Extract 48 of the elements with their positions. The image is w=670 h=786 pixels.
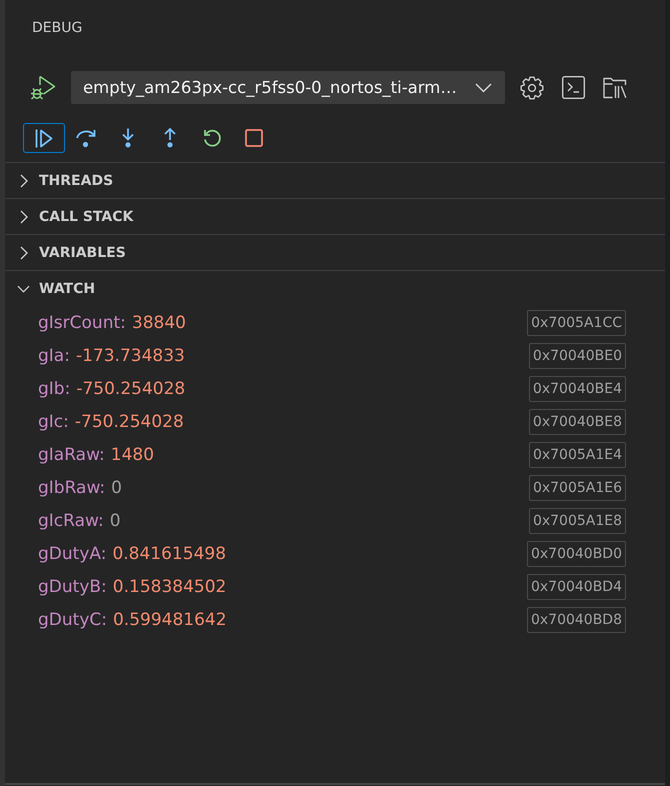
memory-address: 0x7005A1CC [527,310,626,336]
memory-address: 0x7005A1E8 [528,508,626,534]
watch-expression: gIbRaw: [38,478,106,498]
chevron-down-icon [475,82,492,92]
restart-icon[interactable] [202,128,222,148]
memory-address: 0x70040BD0 [526,540,626,566]
watch-value: -173.734833 [76,346,185,366]
memory-address: 0x70040BE4 [528,376,626,402]
watch-value: 0 [111,478,122,498]
memory-address: 0x7005A1E4 [528,442,626,468]
stop-icon[interactable] [245,129,263,147]
section-header[interactable]: VARIABLES [5,234,665,270]
launch-config-dropdown[interactable]: empty_am263px-cc_r5fss0-0_nortos_ti-arm… [71,71,505,104]
section-header[interactable]: THREADS [5,162,665,198]
watch-value: 0.841615498 [112,544,226,564]
settings-icon[interactable] [520,76,544,100]
watch-value: 0.599481642 [112,610,227,630]
watch-value: 1480 [110,444,154,464]
run-debug-icon[interactable] [30,74,56,100]
terminal-icon[interactable] [562,76,585,99]
step-out-icon[interactable] [163,128,177,148]
watch-expression: gIsrCount: [38,312,126,332]
section-header[interactable]: WATCH [5,270,665,306]
watch-value: 38840 [132,312,186,332]
watch-expression: gIb: [38,378,70,398]
section-header[interactable]: CALL STACK [5,198,665,234]
watch-value: -750.254028 [76,378,186,398]
memory-address: 0x70040BE0 [528,342,626,368]
step-into-icon[interactable] [121,128,135,148]
memory-address: 0x7005A1E6 [528,474,626,500]
continue-icon [35,128,53,148]
continue-button[interactable] [23,123,65,153]
watch-expression: gIa: [38,346,70,366]
memory-address: 0x70040BD8 [526,606,626,632]
watch-expression: gIcRaw: [38,510,104,530]
folder-library-icon[interactable] [603,76,627,98]
memory-address: 0x70040BE8 [528,408,626,434]
watch-value: -750.254028 [74,412,184,432]
watch-expression: gIaRaw: [38,444,105,464]
watch-expression: gDutyB: [38,576,107,596]
step-over-icon[interactable] [76,128,96,148]
watch-expression: gIc: [38,412,69,432]
watch-expression: gDutyA: [38,544,106,564]
watch-expression: gDutyC: [38,610,107,630]
watch-value: 0.158384502 [112,576,226,596]
panel-title: DEBUG [32,20,82,36]
watch-value: 0 [110,510,121,530]
memory-address: 0x70040BD4 [526,574,626,600]
